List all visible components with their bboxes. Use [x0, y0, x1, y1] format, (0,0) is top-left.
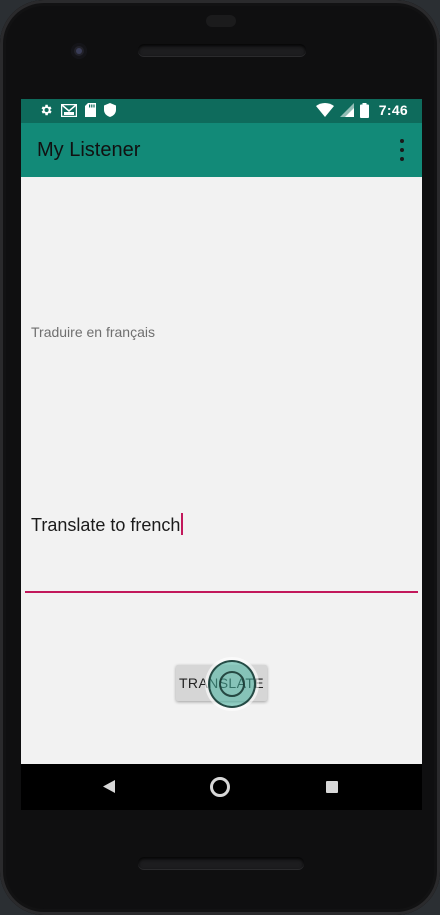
phone-frame: 7:46 My Listener Traduire en français Tr… — [0, 0, 440, 915]
back-icon[interactable] — [103, 780, 115, 793]
translation-output-label: Traduire en français — [31, 324, 155, 340]
shield-icon — [104, 103, 116, 117]
top-speaker — [138, 44, 306, 56]
text-input-field[interactable]: Translate to french — [25, 507, 418, 593]
home-icon[interactable] — [210, 777, 230, 797]
main-content: Traduire en français Translate to french… — [21, 177, 422, 764]
text-cursor — [181, 513, 184, 535]
app-bar: My Listener — [21, 123, 422, 177]
app-title: My Listener — [37, 139, 141, 161]
status-time: 7:46 — [378, 102, 408, 118]
gmail-icon — [61, 103, 77, 117]
device-screen: 7:46 My Listener Traduire en français Tr… — [21, 99, 422, 810]
recent-apps-icon[interactable] — [326, 781, 338, 793]
signal-icon — [339, 103, 354, 117]
touch-indicator — [208, 660, 256, 708]
bottom-speaker — [138, 857, 304, 869]
front-camera — [71, 43, 87, 59]
wifi-icon — [315, 103, 334, 117]
settings-icon — [41, 104, 52, 116]
navigation-bar — [21, 764, 422, 810]
text-input-value: Translate to french — [31, 515, 181, 535]
sd-card-icon — [85, 103, 96, 117]
sensor-slot — [206, 15, 236, 27]
battery-icon — [359, 102, 369, 118]
more-vert-icon[interactable] — [392, 139, 412, 161]
status-bar: 7:46 — [21, 99, 422, 123]
input-underline — [25, 591, 418, 593]
